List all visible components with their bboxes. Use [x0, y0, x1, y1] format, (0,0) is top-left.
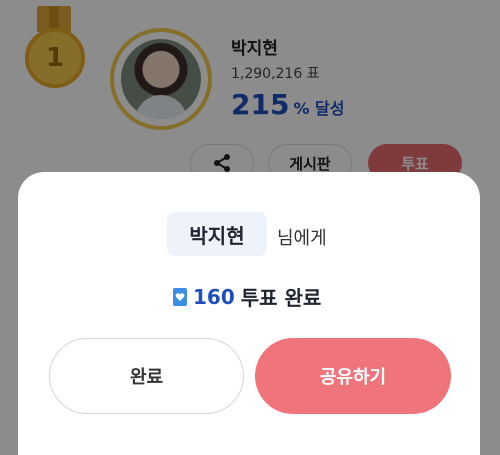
heart-ticket-icon	[173, 287, 187, 306]
recipient-suffix: 님에게	[277, 228, 327, 249]
vote-amount: 160	[193, 284, 235, 309]
done-button[interactable]: 완료	[49, 338, 244, 414]
vote-result: 160 투표 완료	[173, 282, 321, 311]
share-button[interactable]: 공유하기	[255, 338, 451, 414]
vote-complete-modal: 박지현 님에게 160 투표 완료 완료 공유하기	[18, 172, 480, 455]
recipient-name-badge: 박지현	[167, 212, 267, 256]
vote-done-label: 투표 완료	[240, 286, 322, 310]
